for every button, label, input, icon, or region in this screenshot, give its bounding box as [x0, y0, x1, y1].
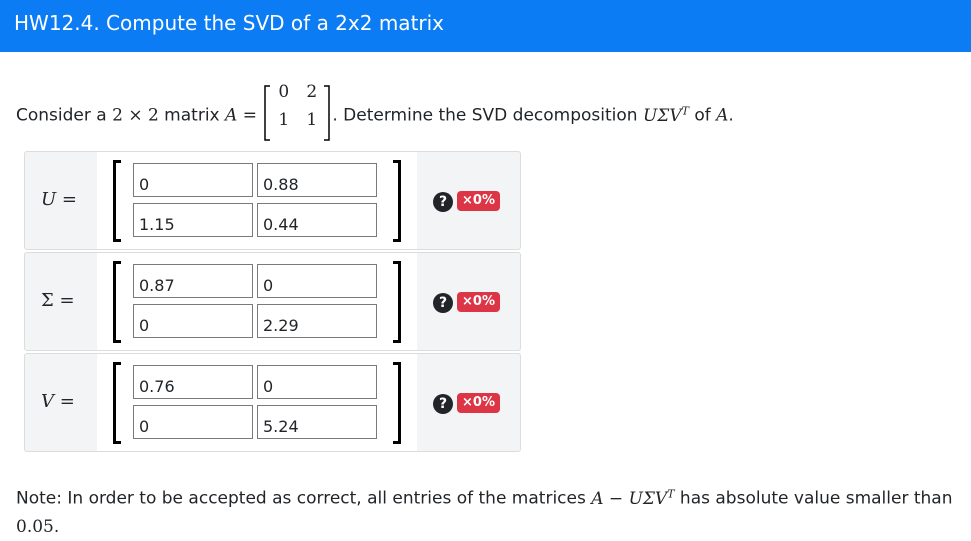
sigma-entry-21[interactable] — [133, 304, 253, 338]
matrix-a: 0 2 1 1 — [262, 82, 332, 141]
sigma-entry-12[interactable] — [257, 264, 377, 298]
matrix-row-sigma: Σ = ? ×0% — [24, 252, 521, 351]
matrix-a-entry: 2 — [306, 81, 318, 102]
help-icon[interactable]: ? — [433, 192, 453, 212]
note-text: Note: In order to be accepted as correct… — [16, 487, 953, 537]
matrix-row-u: U = ? ×0% — [24, 151, 521, 250]
matrix-a-entry: 1 — [306, 109, 318, 130]
svd-expr: UΣVT — [642, 104, 689, 126]
u-entry-22[interactable] — [257, 203, 377, 237]
matrix-a-entry: 0 — [278, 81, 290, 102]
question-prompt: Consider a 2 × 2 matrix A = 0 2 1 1 . De… — [16, 82, 734, 141]
v-entry-21[interactable] — [133, 405, 253, 439]
matrix-a-entry: 1 — [278, 109, 290, 130]
matrix-label-u: U = — [41, 189, 77, 210]
score-badge: ×0% — [457, 292, 500, 312]
page-header: HW12.4. Compute the SVD of a 2x2 matrix — [0, 0, 971, 52]
u-entry-21[interactable] — [133, 203, 253, 237]
help-icon[interactable]: ? — [433, 394, 453, 414]
left-bracket — [113, 362, 121, 444]
page-title: HW12.4. Compute the SVD of a 2x2 matrix — [14, 11, 445, 35]
right-bracket — [393, 261, 401, 343]
matrix-dims: 2 × 2 — [112, 105, 159, 126]
matrix-label-sigma: Σ = — [41, 290, 75, 311]
v-entry-22[interactable] — [257, 405, 377, 439]
note-expr: A − UΣVT — [591, 487, 675, 509]
help-icon[interactable]: ? — [433, 293, 453, 313]
right-bracket — [393, 362, 401, 444]
v-entry-11[interactable] — [133, 365, 253, 399]
score-badge: ×0% — [457, 191, 500, 211]
u-entry-12[interactable] — [257, 163, 377, 197]
u-entry-11[interactable] — [133, 163, 253, 197]
left-bracket — [113, 261, 121, 343]
tolerance-value: 0.05 — [16, 516, 54, 537]
sigma-entry-22[interactable] — [257, 304, 377, 338]
matrix-label-v: V = — [41, 391, 75, 412]
v-entry-12[interactable] — [257, 365, 377, 399]
matrix-row-v: V = ? ×0% — [24, 353, 521, 452]
matrix-a-brackets — [264, 84, 331, 141]
sigma-entry-11[interactable] — [133, 264, 253, 298]
right-bracket — [393, 160, 401, 242]
left-bracket — [113, 160, 121, 242]
score-badge: ×0% — [457, 393, 500, 413]
